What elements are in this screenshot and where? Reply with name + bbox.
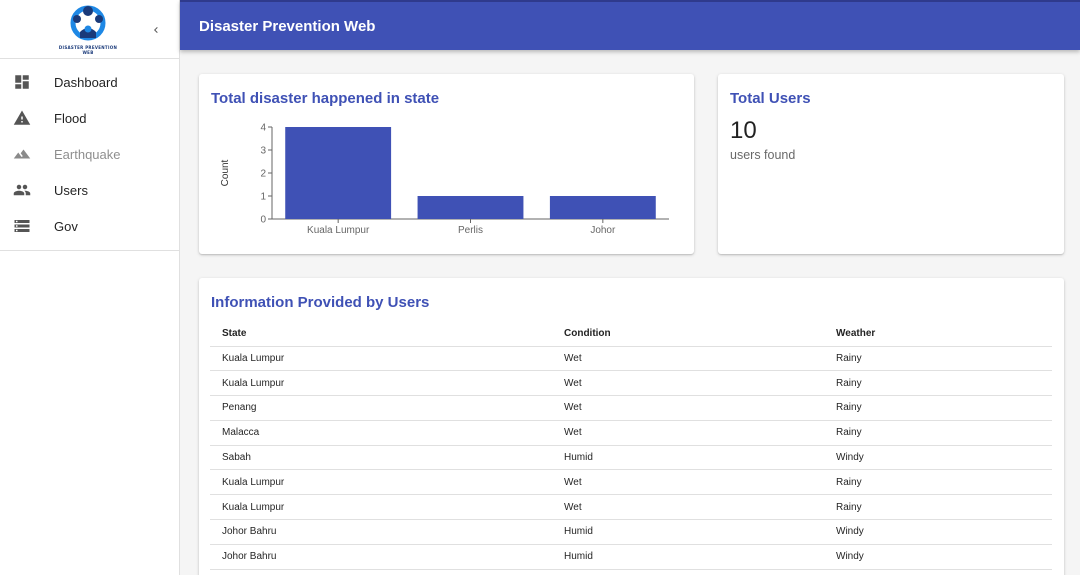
users-card-title: Total Users — [730, 90, 811, 107]
table-row[interactable]: Malacca Wet Rainy — [210, 420, 1052, 446]
cell-condition: Wet — [552, 469, 824, 496]
warning-icon — [11, 107, 33, 129]
sidebar-item-gov[interactable]: Gov — [0, 208, 179, 244]
cell-weather: Windy — [824, 519, 1052, 545]
cell-weather: Rainy — [824, 346, 1052, 372]
cell-condition: Wet — [552, 494, 824, 521]
bar-kuala-lumpur[interactable] — [285, 127, 392, 219]
sidebar-item-label: Users — [54, 182, 88, 198]
sidebar-item-label: Dashboard — [54, 74, 118, 90]
cell-weather: Windy — [824, 445, 1052, 471]
cell-state: Johor Bahru — [210, 544, 552, 570]
bar-johor[interactable] — [549, 196, 656, 219]
sidebar-header: DISASTER PREVENTION WEB — [0, 0, 179, 59]
table-row[interactable]: Kuala Lumpur Wet Rainy — [210, 494, 1052, 521]
table-row[interactable]: Kuala Lumpur Wet Rainy — [210, 370, 1052, 397]
table-body: Kuala Lumpur Wet Rainy Kuala Lumpur Wet Rainy… — [210, 346, 1052, 570]
user-info-card: Information Provided by Users State Cond… — [199, 278, 1064, 575]
table-row[interactable]: Johor Bahru Humid Windy — [210, 544, 1052, 570]
sidebar-item-flood[interactable]: Flood — [0, 100, 179, 136]
cell-condition: Humid — [552, 544, 824, 570]
x-tick-label: Johor — [590, 225, 616, 236]
cell-state: Kuala Lumpur — [210, 370, 552, 397]
x-tick-label: Kuala Lumpur — [307, 225, 370, 236]
users-subtitle: users found — [730, 148, 796, 162]
app-logo: DISASTER PREVENTION WEB — [58, 4, 118, 55]
y-tick-label: 4 — [260, 123, 266, 134]
cell-state: Malacca — [210, 420, 552, 446]
app-title: Disaster Prevention Web — [199, 17, 376, 35]
cell-condition: Wet — [552, 370, 824, 397]
y-tick-label: 0 — [260, 215, 266, 226]
y-tick-label: 1 — [260, 192, 266, 203]
y-tick-label: 2 — [260, 169, 266, 180]
terrain-icon — [11, 143, 33, 165]
cell-state: Kuala Lumpur — [210, 494, 552, 521]
users-count: 10 — [730, 117, 757, 144]
sidebar-item-earthquake[interactable]: Earthquake — [0, 136, 179, 172]
cell-weather: Rainy — [824, 469, 1052, 496]
sidebar-item-users[interactable]: Users — [0, 172, 179, 208]
cell-condition: Humid — [552, 519, 824, 545]
sidebar-item-label: Earthquake — [54, 146, 121, 162]
cell-weather: Rainy — [824, 420, 1052, 446]
bar-chart: 0 1 2 3 4 Count Kuala Lumpur Perlis Johor — [220, 123, 669, 236]
table-header-row: State Condition Weather — [210, 321, 1052, 347]
y-tick-label: 3 — [260, 146, 266, 157]
dashboard-icon — [11, 71, 33, 93]
cell-weather: Rainy — [824, 395, 1052, 421]
cell-condition: Wet — [552, 420, 824, 446]
user-info-table: State Condition Weather Kuala Lumpur Wet R… — [210, 321, 1052, 570]
cell-state: Penang — [210, 395, 552, 421]
cell-weather: Rainy — [824, 370, 1052, 397]
column-header-condition[interactable]: Condition — [552, 321, 824, 347]
cell-condition: Wet — [552, 395, 824, 421]
cell-state: Johor Bahru — [210, 519, 552, 545]
disaster-chart-card: Total disaster happened in state 0 1 2 3 4 Co… — [199, 74, 694, 254]
table-row[interactable]: Sabah Humid Windy — [210, 445, 1052, 471]
logo-text: DISASTER PREVENTION WEB — [58, 45, 118, 55]
table-row[interactable]: Penang Wet Rainy — [210, 395, 1052, 421]
sidebar: DISASTER PREVENTION WEB Dashboard Flood … — [0, 0, 180, 575]
y-axis-label: Count — [220, 159, 231, 186]
sidebar-item-label: Gov — [54, 218, 78, 234]
chevron-left-icon — [154, 27, 158, 33]
people-icon — [11, 179, 33, 201]
column-header-weather[interactable]: Weather — [824, 321, 1052, 347]
cell-condition: Humid — [552, 445, 824, 471]
sidebar-nav: Dashboard Flood Earthquake Users Gov — [0, 59, 179, 251]
total-users-card: Total Users 10 users found — [718, 74, 1064, 254]
collapse-sidebar-button[interactable] — [146, 19, 166, 41]
storage-icon — [11, 215, 33, 237]
table-row[interactable]: Johor Bahru Humid Windy — [210, 519, 1052, 545]
table-row[interactable]: Kuala Lumpur Wet Rainy — [210, 469, 1052, 496]
cell-state: Kuala Lumpur — [210, 469, 552, 496]
sidebar-item-dashboard[interactable]: Dashboard — [0, 64, 179, 100]
logo-icon — [70, 5, 106, 41]
cell-state: Sabah — [210, 445, 552, 471]
bar-perlis[interactable] — [417, 196, 524, 219]
sidebar-item-label: Flood — [54, 110, 87, 126]
app-bar: Disaster Prevention Web — [180, 0, 1080, 50]
table-card-title: Information Provided by Users — [211, 294, 430, 311]
table-row[interactable]: Kuala Lumpur Wet Rainy — [210, 346, 1052, 372]
cell-condition: Wet — [552, 346, 824, 372]
cell-weather: Rainy — [824, 494, 1052, 521]
cell-state: Kuala Lumpur — [210, 346, 552, 372]
cell-weather: Windy — [824, 544, 1052, 570]
column-header-state[interactable]: State — [210, 321, 552, 347]
x-tick-label: Perlis — [458, 225, 483, 236]
